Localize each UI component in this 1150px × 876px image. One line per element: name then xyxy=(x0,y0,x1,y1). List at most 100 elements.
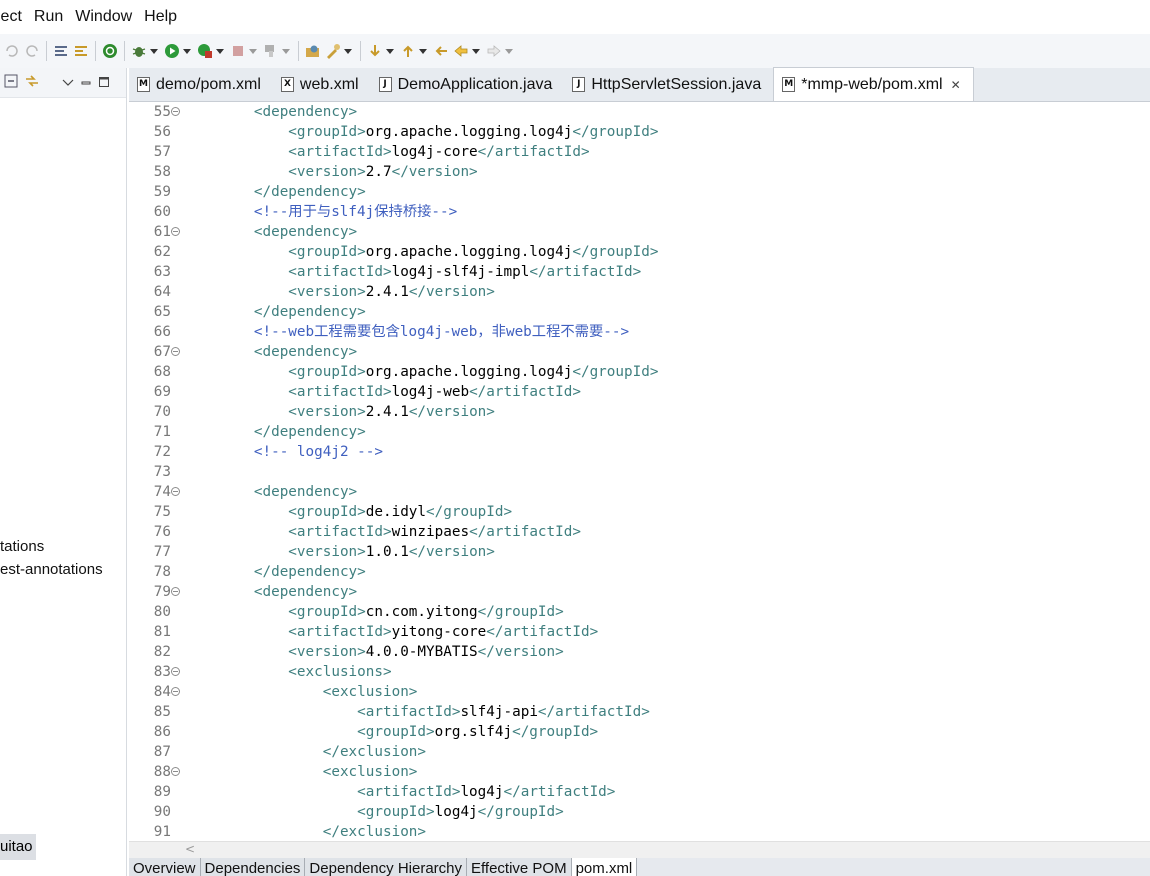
code-line[interactable]: 78 </dependency> xyxy=(129,562,1150,582)
open-type-icon[interactable] xyxy=(304,42,322,60)
tab-http-servlet-session[interactable]: J HttpServletSession.java xyxy=(564,68,773,101)
page-tab-dependency-hierarchy[interactable]: Dependency Hierarchy xyxy=(305,858,467,876)
fold-toggle-icon[interactable] xyxy=(171,767,180,776)
source-editor[interactable]: 55 <dependency> 56 <groupId>org.apache.lo… xyxy=(129,102,1150,841)
code-line[interactable]: 71 </dependency> xyxy=(129,422,1150,442)
code-line[interactable]: 82 <version>4.0.0-MYBATIS</version> xyxy=(129,642,1150,662)
code-line[interactable]: 68 <groupId>org.apache.logging.log4j</gr… xyxy=(129,362,1150,382)
spring-boot-icon[interactable] xyxy=(101,42,119,60)
code-line[interactable]: 88 <exclusion> xyxy=(129,762,1150,782)
page-tab-overview[interactable]: Overview xyxy=(129,858,201,876)
code-line[interactable]: 91 </exclusion> xyxy=(129,822,1150,841)
page-tab-pom-xml[interactable]: pom.xml xyxy=(571,858,638,876)
run-icon[interactable] xyxy=(163,42,181,60)
code-line[interactable]: 90 <groupId>log4j</groupId> xyxy=(129,802,1150,822)
code-line[interactable]: 80 <groupId>cn.com.yitong</groupId> xyxy=(129,602,1150,622)
external-tools-icon[interactable] xyxy=(262,42,280,60)
tree-item-selected[interactable]: uitao xyxy=(0,834,36,860)
tab-demo-pom[interactable]: M demo/pom.xml xyxy=(129,68,273,101)
external-tools-dropdown[interactable] xyxy=(281,42,291,60)
code-line[interactable]: 70 <version>2.4.1</version> xyxy=(129,402,1150,422)
code-line[interactable]: 65 </dependency> xyxy=(129,302,1150,322)
code-line[interactable]: 74 <dependency> xyxy=(129,482,1150,502)
collapse-all-icon[interactable] xyxy=(4,74,18,92)
code-line[interactable]: 87 </exclusion> xyxy=(129,742,1150,762)
page-tab-effective-pom[interactable]: Effective POM xyxy=(467,858,572,876)
undo-icon[interactable] xyxy=(3,42,21,60)
fold-toggle-icon[interactable] xyxy=(171,347,180,356)
view-menu-icon[interactable] xyxy=(62,74,74,92)
code-line[interactable]: 89 <artifactId>log4j</artifactId> xyxy=(129,782,1150,802)
last-edit-location-icon[interactable] xyxy=(432,42,450,60)
toggle-mark-occurrences-icon[interactable] xyxy=(52,42,70,60)
open-task-dropdown[interactable] xyxy=(343,42,353,60)
tab-demo-application[interactable]: J DemoApplication.java xyxy=(371,68,565,101)
menu-help[interactable]: Help xyxy=(138,8,183,26)
code-line[interactable]: 83 <exclusions> xyxy=(129,662,1150,682)
debug-dropdown[interactable] xyxy=(149,42,159,60)
tab-web-xml[interactable]: X web.xml xyxy=(273,68,371,101)
code-line[interactable]: 59 </dependency> xyxy=(129,182,1150,202)
fold-toggle-icon[interactable] xyxy=(171,487,180,496)
link-with-editor-icon[interactable] xyxy=(24,74,40,92)
previous-annotation-dropdown[interactable] xyxy=(418,42,428,60)
code-line[interactable]: 72 <!-- log4j2 --> xyxy=(129,442,1150,462)
redo-icon[interactable] xyxy=(23,42,41,60)
minimize-icon[interactable] xyxy=(80,74,92,92)
coverage-icon[interactable] xyxy=(196,42,214,60)
code-line[interactable]: 75 <groupId>de.idyl</groupId> xyxy=(129,502,1150,522)
code-line[interactable]: 76 <artifactId>winzipaes</artifactId> xyxy=(129,522,1150,542)
code-line[interactable]: 55 <dependency> xyxy=(129,102,1150,122)
code-line[interactable]: 58 <version>2.7</version> xyxy=(129,162,1150,182)
code-line[interactable]: 64 <version>2.4.1</version> xyxy=(129,282,1150,302)
forward-icon[interactable] xyxy=(485,42,503,60)
fold-toggle-icon[interactable] xyxy=(171,227,180,236)
code-line[interactable]: 77 <version>1.0.1</version> xyxy=(129,542,1150,562)
tab-mmp-web-pom[interactable]: M *mmp-web/pom.xml ✕ xyxy=(773,67,974,101)
next-annotation-icon[interactable] xyxy=(366,42,384,60)
fold-toggle-icon[interactable] xyxy=(171,587,180,596)
code-line[interactable]: 86 <groupId>org.slf4j</groupId> xyxy=(129,722,1150,742)
maximize-icon[interactable] xyxy=(98,74,110,92)
tree-item-test-annotations[interactable]: est-annotations xyxy=(0,561,103,578)
code-line[interactable]: 61 <dependency> xyxy=(129,222,1150,242)
code-line[interactable]: 60 <!--用于与slf4j保持桥接--> xyxy=(129,202,1150,222)
scroll-left-icon[interactable]: < xyxy=(185,842,195,856)
fold-toggle-icon[interactable] xyxy=(171,667,180,676)
menu-project[interactable]: ject xyxy=(0,8,28,26)
back-dropdown[interactable] xyxy=(471,42,481,60)
menu-run[interactable]: Run xyxy=(28,8,69,26)
code-line[interactable]: 85 <artifactId>slf4j-api</artifactId> xyxy=(129,702,1150,722)
back-icon[interactable] xyxy=(452,42,470,60)
stop-dropdown[interactable] xyxy=(248,42,258,60)
code-line[interactable]: 62 <groupId>org.apache.logging.log4j</gr… xyxy=(129,242,1150,262)
code-line[interactable]: 69 <artifactId>log4j-web</artifactId> xyxy=(129,382,1150,402)
code-line[interactable]: 63 <artifactId>log4j-slf4j-impl</artifac… xyxy=(129,262,1150,282)
code-line[interactable]: 67 <dependency> xyxy=(129,342,1150,362)
code-line[interactable]: 84 <exclusion> xyxy=(129,682,1150,702)
stop-icon[interactable] xyxy=(229,42,247,60)
menu-window[interactable]: Window xyxy=(69,8,138,26)
coverage-dropdown[interactable] xyxy=(215,42,225,60)
tree-item-annotations[interactable]: tations xyxy=(0,538,44,555)
code-line[interactable]: 56 <groupId>org.apache.logging.log4j</gr… xyxy=(129,122,1150,142)
close-tab-icon[interactable]: ✕ xyxy=(951,78,961,92)
next-annotation-dropdown[interactable] xyxy=(385,42,395,60)
code-line[interactable]: 79 <dependency> xyxy=(129,582,1150,602)
fold-toggle-icon[interactable] xyxy=(171,687,180,696)
forward-dropdown[interactable] xyxy=(504,42,514,60)
fold-toggle-icon[interactable] xyxy=(171,107,180,116)
horizontal-scrollbar[interactable]: < xyxy=(129,841,1150,858)
toggle-block-selection-icon[interactable] xyxy=(72,42,90,60)
code-line[interactable]: 57 <artifactId>log4j-core</artifactId> xyxy=(129,142,1150,162)
run-dropdown[interactable] xyxy=(182,42,192,60)
code-line[interactable]: 81 <artifactId>yitong-core</artifactId> xyxy=(129,622,1150,642)
debug-icon[interactable] xyxy=(130,42,148,60)
open-task-icon[interactable] xyxy=(324,42,342,60)
previous-annotation-icon[interactable] xyxy=(399,42,417,60)
page-tab-dependencies[interactable]: Dependencies xyxy=(200,858,306,876)
code-line[interactable]: 73 xyxy=(129,462,1150,482)
code-line[interactable]: 66 <!--web工程需要包含log4j-web，非web工程不需要--> xyxy=(129,322,1150,342)
